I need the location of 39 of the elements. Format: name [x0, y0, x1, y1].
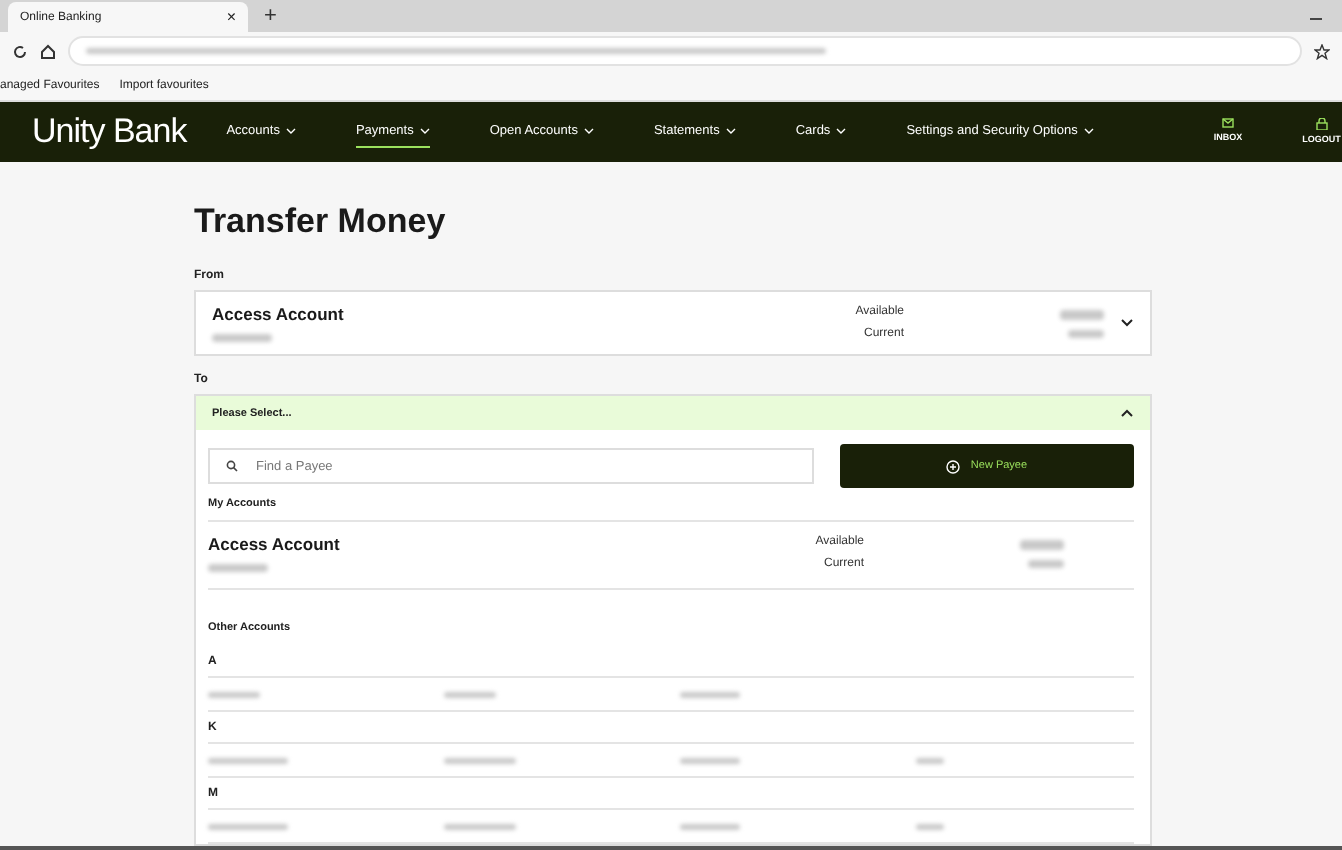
redacted-text: [444, 691, 496, 698]
star-icon[interactable]: [1314, 43, 1330, 60]
account-name: Access Account: [212, 304, 346, 325]
close-icon[interactable]: ×: [226, 8, 236, 26]
chevron-icon: [285, 127, 296, 134]
chevron-icon: [583, 127, 594, 134]
home-icon[interactable]: [40, 43, 56, 60]
redacted-balance: [1060, 309, 1104, 320]
search-icon: [226, 460, 238, 473]
chevron-icon: [725, 127, 736, 134]
chevron-icon: [1083, 127, 1094, 134]
redacted-text: [444, 757, 516, 764]
lock-icon: [1315, 118, 1328, 131]
minimize-icon[interactable]: [1310, 18, 1322, 22]
redacted-text: [680, 823, 740, 830]
redacted-number: [208, 564, 268, 573]
redacted-text: [680, 691, 740, 698]
chevron-icon[interactable]: [1120, 318, 1134, 329]
chevron-icon: [419, 127, 430, 134]
redacted-balance: [1020, 539, 1064, 550]
account-name: Access Account: [208, 534, 342, 555]
redacted-text: [916, 823, 944, 830]
redacted-text: [208, 823, 288, 830]
redacted-balance: [1068, 329, 1104, 338]
redacted-text: [444, 823, 516, 830]
new-tab-button[interactable]: +: [264, 2, 277, 32]
page-title: Transfer Money: [194, 202, 448, 243]
reload-icon[interactable]: [12, 43, 28, 60]
chevron-icon: [836, 127, 847, 134]
redacted-text: [680, 757, 740, 764]
redacted-text: [916, 757, 944, 764]
redacted-number: [212, 334, 272, 343]
chevron-icon[interactable]: [1120, 408, 1134, 419]
redacted-text: [208, 691, 260, 698]
redacted-balance: [1028, 559, 1064, 568]
plus-circle-icon: [946, 459, 961, 474]
bank-logo[interactable]: Unity Bank: [32, 111, 187, 152]
mail-icon: [1221, 118, 1234, 129]
redacted-text: [208, 757, 288, 764]
